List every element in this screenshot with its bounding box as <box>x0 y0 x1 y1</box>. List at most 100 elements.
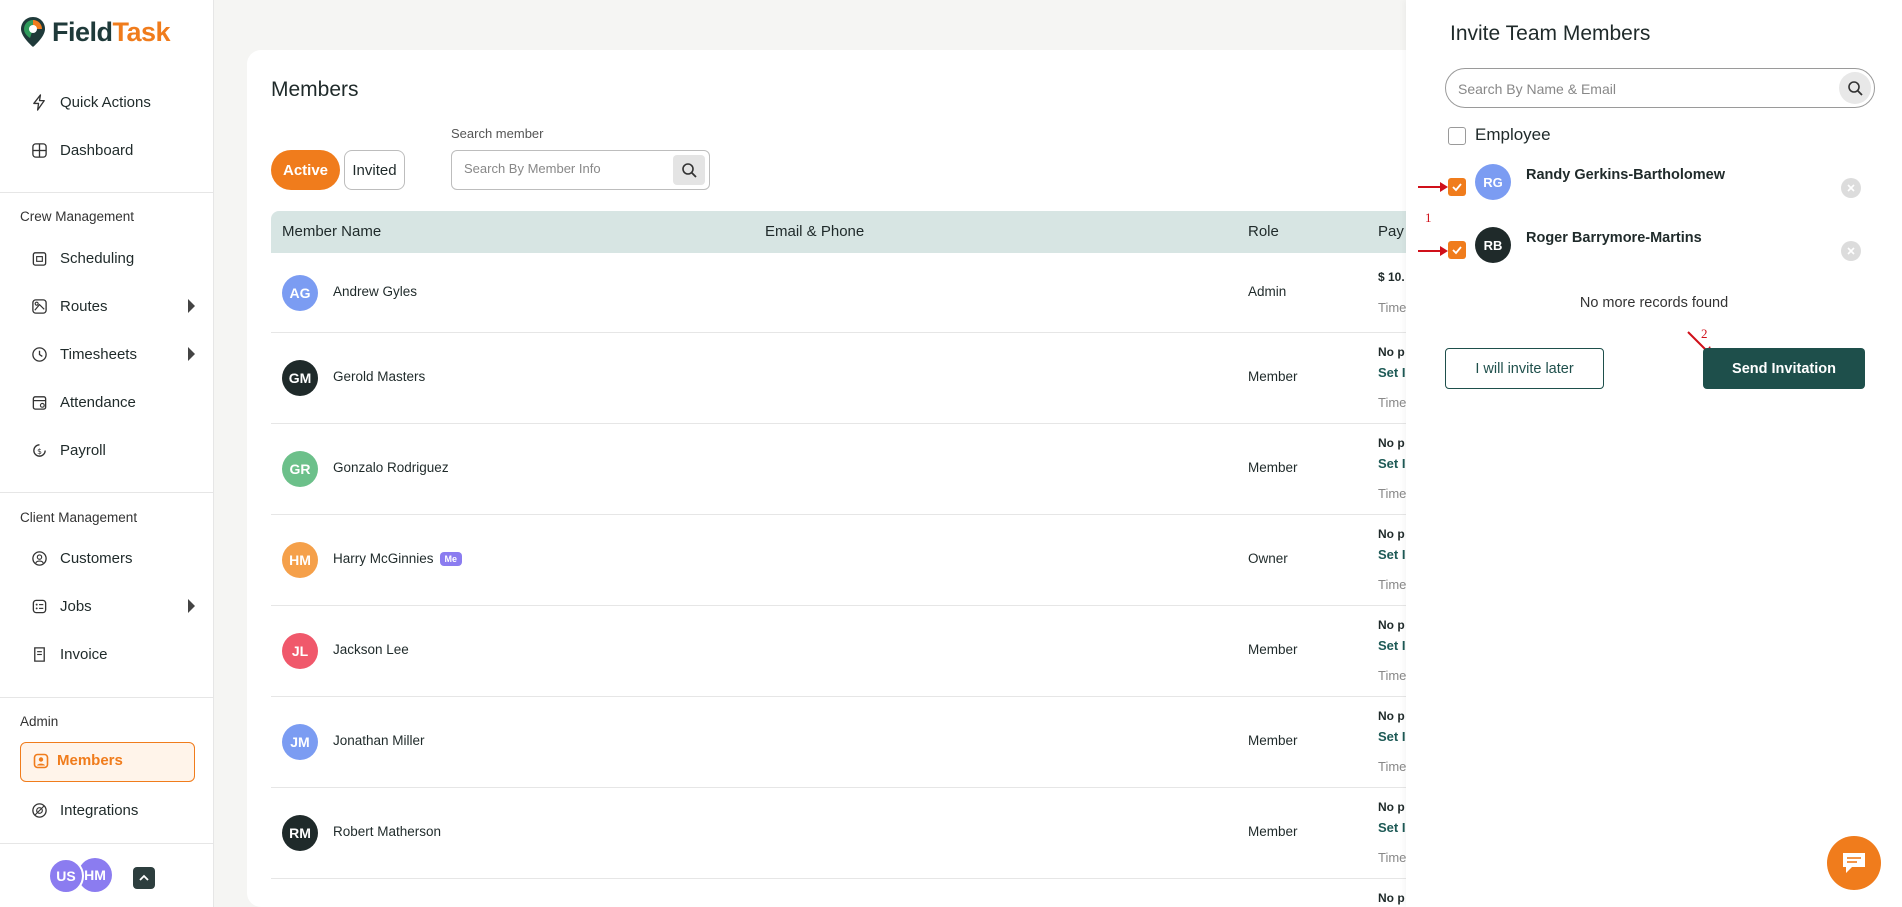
sidebar-item-label: Integrations <box>60 801 139 819</box>
avatar: RM <box>282 815 318 851</box>
annotation-arrow-icon <box>1418 246 1448 256</box>
logo-pin-icon <box>21 17 45 47</box>
pay-rate: No p <box>1378 709 1405 723</box>
column-header-pay[interactable]: Pay <box>1378 223 1404 240</box>
search-member-label: Search member <box>451 126 544 141</box>
set-pay-link[interactable]: Set I <box>1378 365 1405 380</box>
employee-label: Employee <box>1475 125 1551 144</box>
remove-invitee-button[interactable] <box>1841 241 1861 261</box>
member-search-button[interactable] <box>673 155 705 185</box>
sidebar-item-dashboard[interactable]: Dashboard <box>30 138 195 162</box>
annotation-label-1: 1 <box>1425 210 1432 225</box>
sidebar-item-invoice[interactable]: Invoice <box>30 642 195 666</box>
sidebar-item-members[interactable]: Members <box>20 742 195 782</box>
map-icon <box>30 297 48 315</box>
sidebar-item-label: Jobs <box>60 597 92 615</box>
chat-icon <box>1843 853 1865 873</box>
caret-right-icon <box>188 347 195 361</box>
svg-text:$: $ <box>37 446 42 455</box>
sidebar-item-label: Routes <box>60 297 108 315</box>
remove-invitee-button[interactable] <box>1841 178 1861 198</box>
member-name[interactable]: Jonathan Miller <box>333 733 425 748</box>
sidebar-item-scheduling[interactable]: Scheduling <box>30 246 195 270</box>
sidebar-item-label: Customers <box>60 549 133 567</box>
member-name[interactable]: Jackson Lee <box>333 642 409 657</box>
sidebar-item-label: Timesheets <box>60 345 137 363</box>
sidebar-item-label: Dashboard <box>60 141 134 159</box>
fieldtask-logo[interactable]: FieldTask <box>20 16 171 48</box>
column-header-email-phone[interactable]: Email & Phone <box>765 223 864 240</box>
tab-active[interactable]: Active <box>271 150 340 190</box>
sidebar-item-attendance[interactable]: Attendance <box>30 390 195 414</box>
sidebar-item-label: Quick Actions <box>60 93 151 111</box>
sidebar-item-jobs[interactable]: Jobs <box>30 594 195 618</box>
me-badge: Me <box>439 551 463 566</box>
close-icon <box>1847 247 1855 255</box>
clipboard-list-icon <box>30 597 48 615</box>
pay-type: Time <box>1378 577 1407 592</box>
pay-rate: $ 10. <box>1378 270 1405 284</box>
column-header-role[interactable]: Role <box>1248 223 1279 240</box>
sidebar-item-label: Scheduling <box>60 249 135 267</box>
invite-team-members-panel: Invite Team Members Employee RG Randy Ge… <box>1406 0 1902 907</box>
set-pay-link[interactable]: Set I <box>1378 456 1405 471</box>
clock-icon <box>30 345 48 363</box>
pay-type: Time <box>1378 668 1407 683</box>
pay-type: Time <box>1378 395 1407 410</box>
invitee-checkbox[interactable] <box>1448 178 1466 196</box>
sidebar-item-payroll[interactable]: $ Payroll <box>30 438 195 462</box>
set-pay-link[interactable]: Set I <box>1378 820 1405 835</box>
set-pay-link[interactable]: Set I <box>1378 547 1405 562</box>
admin-heading: Admin <box>20 714 59 729</box>
invitee-name: Randy Gerkins-Bartholomew <box>1526 167 1726 183</box>
invitee-checkbox[interactable] <box>1448 241 1466 259</box>
member-role: Admin <box>1248 284 1287 299</box>
employee-select-all-checkbox[interactable] <box>1448 127 1466 145</box>
member-role: Member <box>1248 642 1298 657</box>
dashboard-icon <box>30 141 48 159</box>
sidebar-item-customers[interactable]: Customers <box>30 546 195 570</box>
invite-later-button[interactable]: I will invite later <box>1445 348 1604 389</box>
close-icon <box>1847 184 1855 192</box>
avatar: AG <box>282 275 318 311</box>
send-invitation-button[interactable]: Send Invitation <box>1703 348 1865 389</box>
pay-type: Time <box>1378 300 1407 315</box>
set-pay-link[interactable]: Set I <box>1378 638 1405 653</box>
invite-search-button[interactable] <box>1839 72 1871 104</box>
sidebar-item-routes[interactable]: Routes <box>30 294 195 318</box>
column-header-member-name[interactable]: Member Name <box>282 223 381 240</box>
member-role: Member <box>1248 733 1298 748</box>
crew-management-heading: Crew Management <box>20 209 135 224</box>
pay-type: Time <box>1378 759 1407 774</box>
member-name[interactable]: Andrew Gyles <box>333 284 417 299</box>
member-name[interactable]: Gerold Masters <box>333 369 425 384</box>
user-circle-icon <box>30 549 48 567</box>
member-name[interactable]: Robert Matherson <box>333 824 441 839</box>
sidebar-item-integrations[interactable]: Integrations <box>30 798 195 822</box>
avatar: JM <box>282 724 318 760</box>
checkmark-icon <box>1452 246 1462 255</box>
avatar[interactable]: US <box>48 858 84 894</box>
sidebar-item-label: Payroll <box>60 441 106 459</box>
set-pay-link[interactable]: Set I <box>1378 729 1405 744</box>
sidebar-item-timesheets[interactable]: Timesheets <box>30 342 195 366</box>
member-name[interactable]: Harry McGinnies Me <box>333 551 463 566</box>
chat-support-button[interactable] <box>1827 836 1881 890</box>
expand-up-button[interactable] <box>133 867 155 889</box>
member-name[interactable]: Gonzalo Rodriguez <box>333 460 449 475</box>
sidebar-item-quick-actions[interactable]: Quick Actions <box>30 90 195 114</box>
invite-search-input[interactable] <box>1458 81 1818 97</box>
search-icon <box>1848 81 1863 96</box>
user-bar: US HM <box>0 843 214 907</box>
chevron-up-icon <box>139 874 149 881</box>
member-search-input[interactable] <box>464 161 664 176</box>
sidebar-item-label: Members <box>57 752 123 769</box>
pay-rate: No p <box>1378 345 1405 359</box>
avatar: GM <box>282 360 318 396</box>
pay-rate: No p <box>1378 800 1405 814</box>
members-icon <box>33 753 49 769</box>
sidebar-item-label: Invoice <box>60 645 108 663</box>
tab-invited[interactable]: Invited <box>344 150 405 190</box>
pay-rate: No p <box>1378 618 1405 632</box>
member-role: Owner <box>1248 551 1288 566</box>
